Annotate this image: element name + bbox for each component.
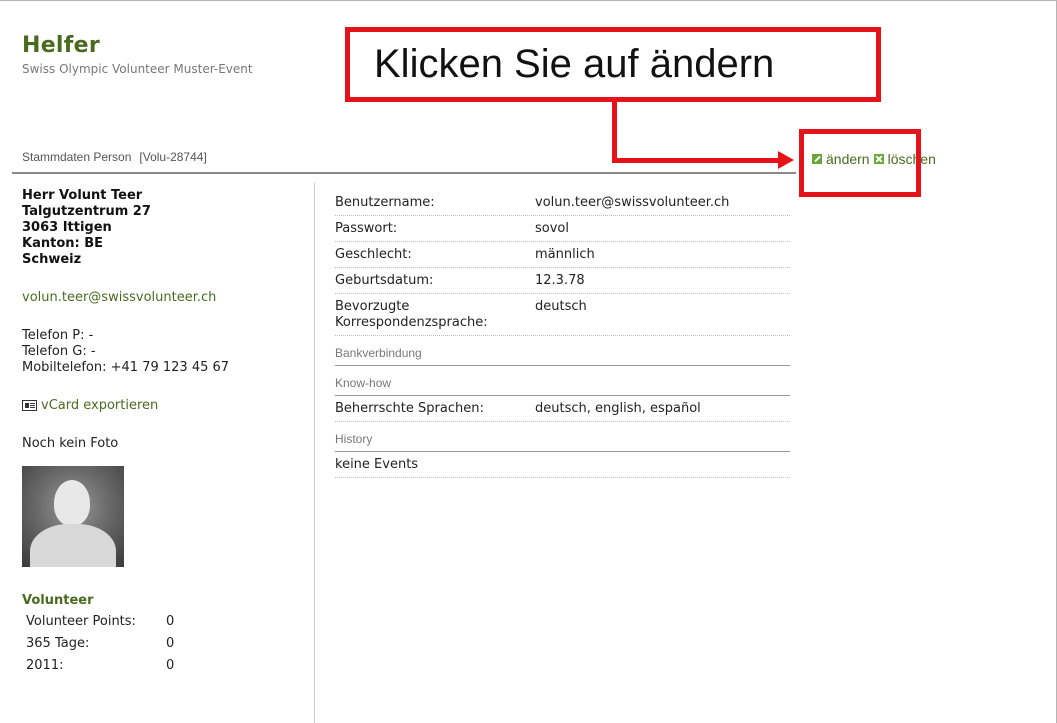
days-365-label: 365 Tage: bbox=[26, 636, 90, 651]
gender-label: Geschlecht: bbox=[335, 247, 412, 262]
history-heading: History bbox=[335, 432, 790, 452]
detail-row-password: Passwort: sovol bbox=[335, 216, 790, 242]
frame-top-border bbox=[0, 0, 1057, 1]
person-country: Schweiz bbox=[22, 252, 82, 267]
person-id: [Volu-28744] bbox=[139, 150, 207, 164]
history-value: keine Events bbox=[335, 457, 419, 472]
correspondence-language-label: Bevorzugte Korrespondenzsprache: bbox=[335, 299, 488, 330]
password-value: sovol bbox=[535, 221, 569, 236]
detail-row-gender: Geschlecht: männlich bbox=[335, 242, 790, 268]
section-heading-label: Stammdaten Person bbox=[22, 150, 132, 164]
table-row: 2011: 0 bbox=[22, 658, 174, 680]
days-365-value: 0 bbox=[166, 636, 175, 651]
vcard-icon bbox=[22, 400, 37, 411]
section-divider bbox=[12, 172, 796, 174]
edit-highlight-box bbox=[799, 129, 921, 197]
person-details: Benutzername: volun.teer@swissvolunteer.… bbox=[335, 190, 790, 478]
instruction-callout: Klicken Sie auf ändern bbox=[345, 27, 881, 102]
email-link[interactable]: volun.teer@swissvolunteer.ch bbox=[22, 290, 307, 305]
table-row: Volunteer Points: 0 bbox=[22, 614, 174, 636]
vcard-export-link[interactable]: vCard exportieren bbox=[22, 398, 307, 413]
person-canton: Kanton: BE bbox=[22, 236, 104, 251]
person-summary: Herr Volunt Teer Talgutzentrum 27 3063 I… bbox=[22, 188, 307, 680]
username-label: Benutzername: bbox=[335, 195, 435, 210]
gender-value: männlich bbox=[535, 247, 595, 262]
page-subtitle: Swiss Olympic Volunteer Muster-Event bbox=[22, 62, 253, 76]
person-street: Talgutzentrum 27 bbox=[22, 204, 151, 219]
correspondence-language-value: deutsch bbox=[535, 299, 587, 314]
detail-row-languages: Beherrschte Sprachen: deutsch, english, … bbox=[335, 396, 790, 422]
section-heading: Stammdaten Person [Volu-28744] bbox=[22, 150, 207, 164]
detail-row-history: keine Events bbox=[335, 452, 790, 478]
birthdate-label: Geburtsdatum: bbox=[335, 273, 434, 288]
detail-row-username: Benutzername: volun.teer@swissvolunteer.… bbox=[335, 190, 790, 216]
volunteer-points-value: 0 bbox=[166, 614, 175, 629]
avatar-body bbox=[30, 524, 116, 567]
page-title: Helfer bbox=[22, 33, 101, 58]
year-2011-value: 0 bbox=[166, 658, 175, 673]
phone-private: Telefon P: - bbox=[22, 328, 94, 343]
knowhow-heading: Know-how bbox=[335, 376, 790, 396]
table-row: 365 Tage: 0 bbox=[22, 636, 174, 658]
detail-row-language: Bevorzugte Korrespondenzsprache: deutsch bbox=[335, 294, 790, 336]
avatar-placeholder bbox=[22, 466, 124, 567]
column-divider bbox=[314, 183, 315, 723]
address-block: Herr Volunt Teer Talgutzentrum 27 3063 I… bbox=[22, 188, 307, 268]
callout-arrow-horizontal bbox=[612, 158, 780, 163]
year-2011-label: 2011: bbox=[26, 658, 64, 673]
phone-mobile: Mobiltelefon: +41 79 123 45 67 bbox=[22, 360, 230, 375]
detail-row-birthdate: Geburtsdatum: 12.3.78 bbox=[335, 268, 790, 294]
person-city: 3063 Ittigen bbox=[22, 220, 112, 235]
vcard-export-label[interactable]: vCard exportieren bbox=[41, 398, 158, 413]
password-label: Passwort: bbox=[335, 221, 398, 236]
languages-value: deutsch, english, español bbox=[535, 401, 701, 416]
callout-arrow-head bbox=[778, 151, 794, 169]
callout-arrow-vertical bbox=[612, 100, 617, 163]
birthdate-value: 12.3.78 bbox=[535, 273, 585, 288]
avatar-head bbox=[54, 480, 90, 526]
username-value: volun.teer@swissvolunteer.ch bbox=[535, 195, 730, 210]
phone-business: Telefon G: - bbox=[22, 344, 96, 359]
phone-block: Telefon P: - Telefon G: - Mobiltelefon: … bbox=[22, 328, 307, 376]
no-photo-label: Noch kein Foto bbox=[22, 436, 119, 451]
instruction-callout-text: Klicken Sie auf ändern bbox=[374, 42, 775, 86]
languages-label: Beherrschte Sprachen: bbox=[335, 401, 484, 416]
volunteer-points-table: Volunteer Points: 0 365 Tage: 0 2011: 0 bbox=[22, 614, 174, 680]
bank-heading: Bankverbindung bbox=[335, 346, 790, 366]
volunteer-heading: Volunteer bbox=[22, 593, 94, 608]
person-name: Herr Volunt Teer bbox=[22, 188, 143, 203]
volunteer-points-label: Volunteer Points: bbox=[26, 614, 136, 629]
